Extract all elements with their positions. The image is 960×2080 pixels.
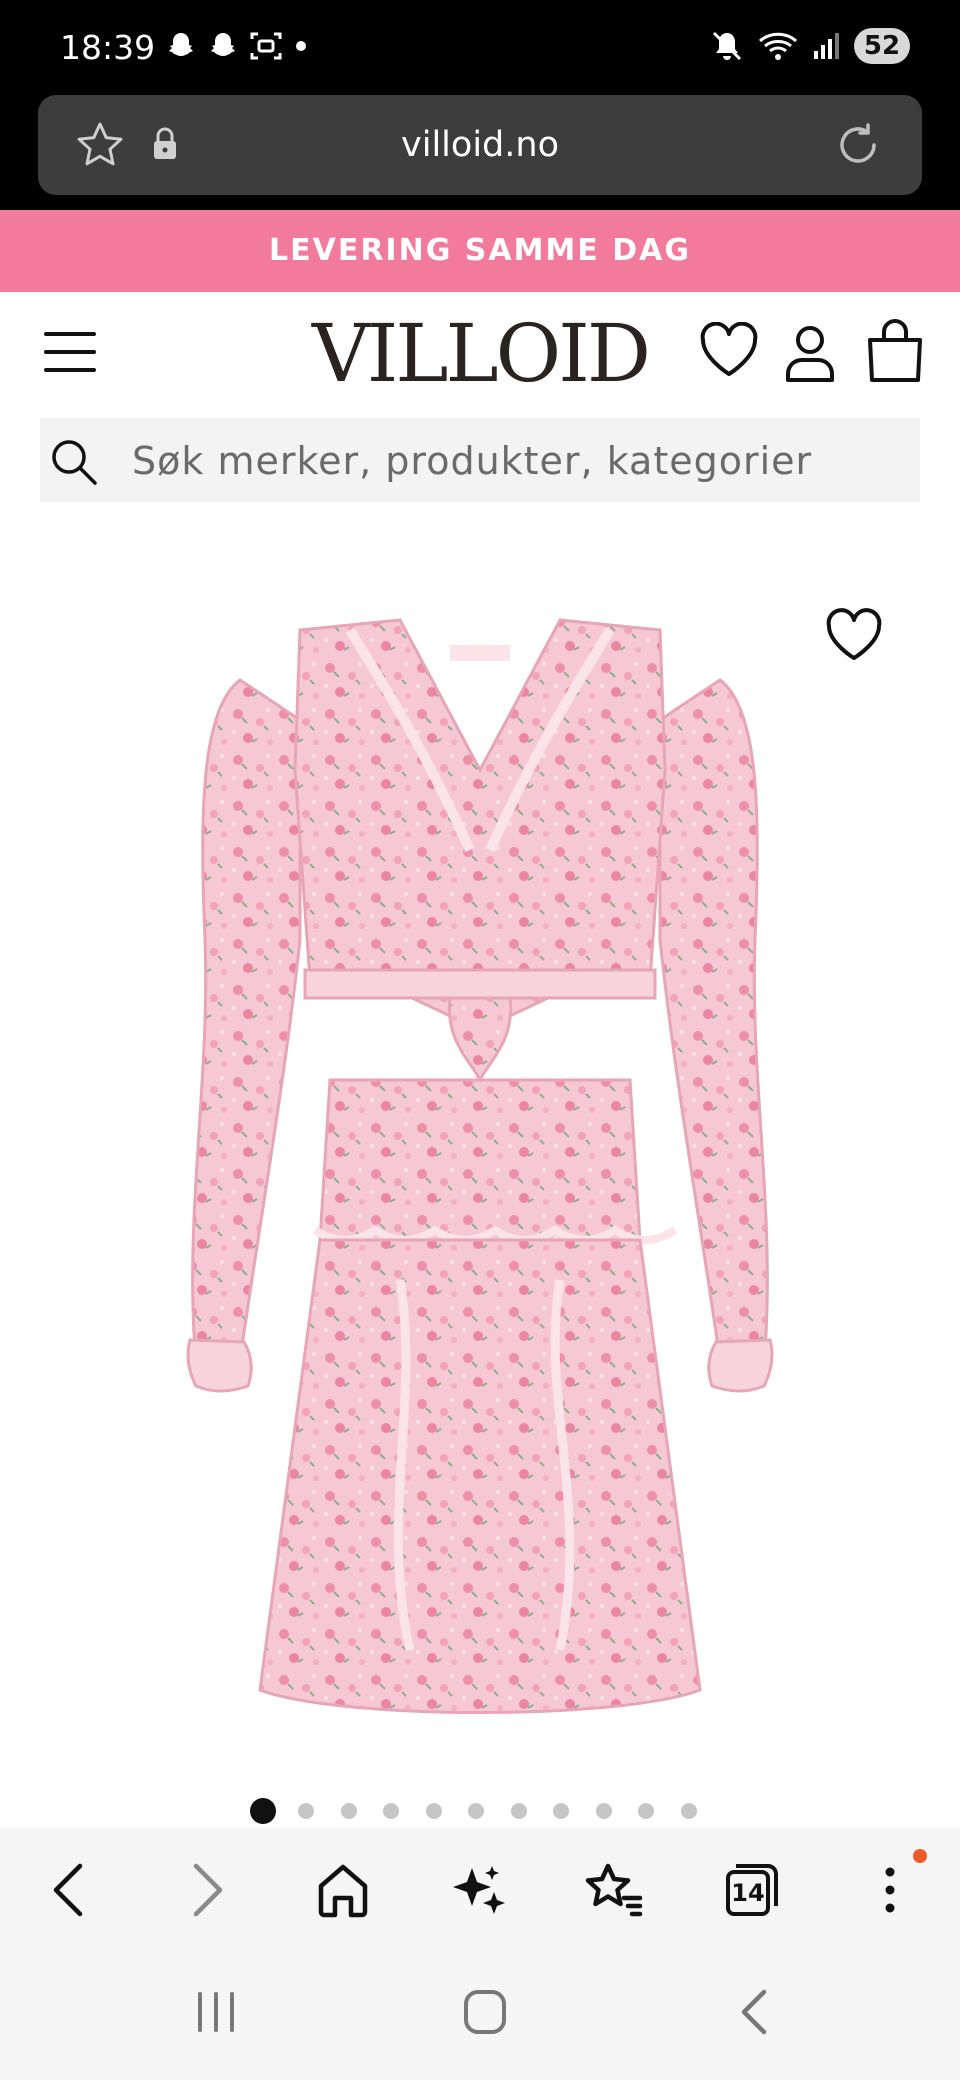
tabs-button[interactable]: 14	[724, 1862, 780, 1918]
notification-dot-icon	[913, 1849, 927, 1863]
dot-icon	[296, 41, 306, 51]
more-icon[interactable]	[880, 1862, 900, 1918]
recent-apps-icon[interactable]	[194, 1990, 238, 2034]
site-logo[interactable]: VILLOID	[300, 304, 660, 404]
shopping-bag-icon[interactable]	[866, 318, 924, 384]
carousel-dot[interactable]	[468, 1803, 484, 1819]
carousel-dot-active[interactable]	[250, 1798, 276, 1824]
system-icons: 52	[710, 28, 910, 64]
mute-icon	[712, 31, 742, 61]
home-nav-icon[interactable]	[462, 1988, 508, 2036]
home-icon[interactable]	[316, 1862, 370, 1918]
signal-icon	[814, 33, 839, 59]
search-bar[interactable]	[40, 418, 920, 504]
status-bar: 18:39 52	[0, 0, 960, 95]
system-navigation-bar	[0, 1948, 960, 2080]
sparkle-icon[interactable]	[450, 1862, 506, 1918]
url-field[interactable]: villoid.no	[38, 95, 922, 195]
back-icon[interactable]	[48, 1862, 88, 1918]
carousel-dot[interactable]	[595, 1803, 612, 1819]
lock-icon	[154, 127, 176, 159]
carousel-dot[interactable]	[383, 1803, 399, 1819]
wifi-icon	[758, 32, 798, 60]
account-icon[interactable]	[782, 322, 838, 384]
carousel-dot[interactable]	[425, 1803, 442, 1819]
tab-count: 14	[731, 1879, 765, 1907]
search-input[interactable]	[130, 418, 904, 504]
bookmarks-icon[interactable]	[584, 1862, 644, 1918]
dress-illustration	[186, 618, 774, 1714]
notification-icons	[165, 30, 309, 62]
product-image[interactable]	[0, 520, 960, 1820]
star-icon[interactable]	[74, 119, 126, 171]
screenshot-icon	[250, 32, 282, 60]
status-time: 18:39	[60, 28, 156, 67]
search-icon[interactable]	[48, 436, 100, 488]
wishlist-heart-icon[interactable]	[698, 322, 760, 380]
browser-toolbar: 14	[0, 1828, 960, 1948]
add-to-wishlist-heart-icon[interactable]	[824, 608, 884, 664]
carousel-dot[interactable]	[340, 1803, 357, 1819]
carousel-dot[interactable]	[638, 1803, 654, 1819]
carousel-dot[interactable]	[510, 1803, 527, 1819]
snapchat-icon	[211, 33, 235, 56]
carousel-dot[interactable]	[298, 1803, 314, 1819]
carousel-dots	[250, 1798, 723, 1824]
snapchat-icon	[169, 33, 193, 56]
promo-banner[interactable]: LEVERING SAMME DAG	[0, 210, 960, 292]
carousel-dot[interactable]	[553, 1803, 569, 1819]
battery-indicator: 52	[854, 28, 910, 64]
carousel-dot[interactable]	[680, 1803, 697, 1819]
browser-address-bar: villoid.no	[0, 95, 960, 210]
hamburger-menu-icon[interactable]	[44, 330, 98, 374]
back-nav-icon[interactable]	[736, 1988, 770, 2036]
forward-icon[interactable]	[188, 1862, 228, 1918]
reload-icon[interactable]	[830, 117, 886, 173]
